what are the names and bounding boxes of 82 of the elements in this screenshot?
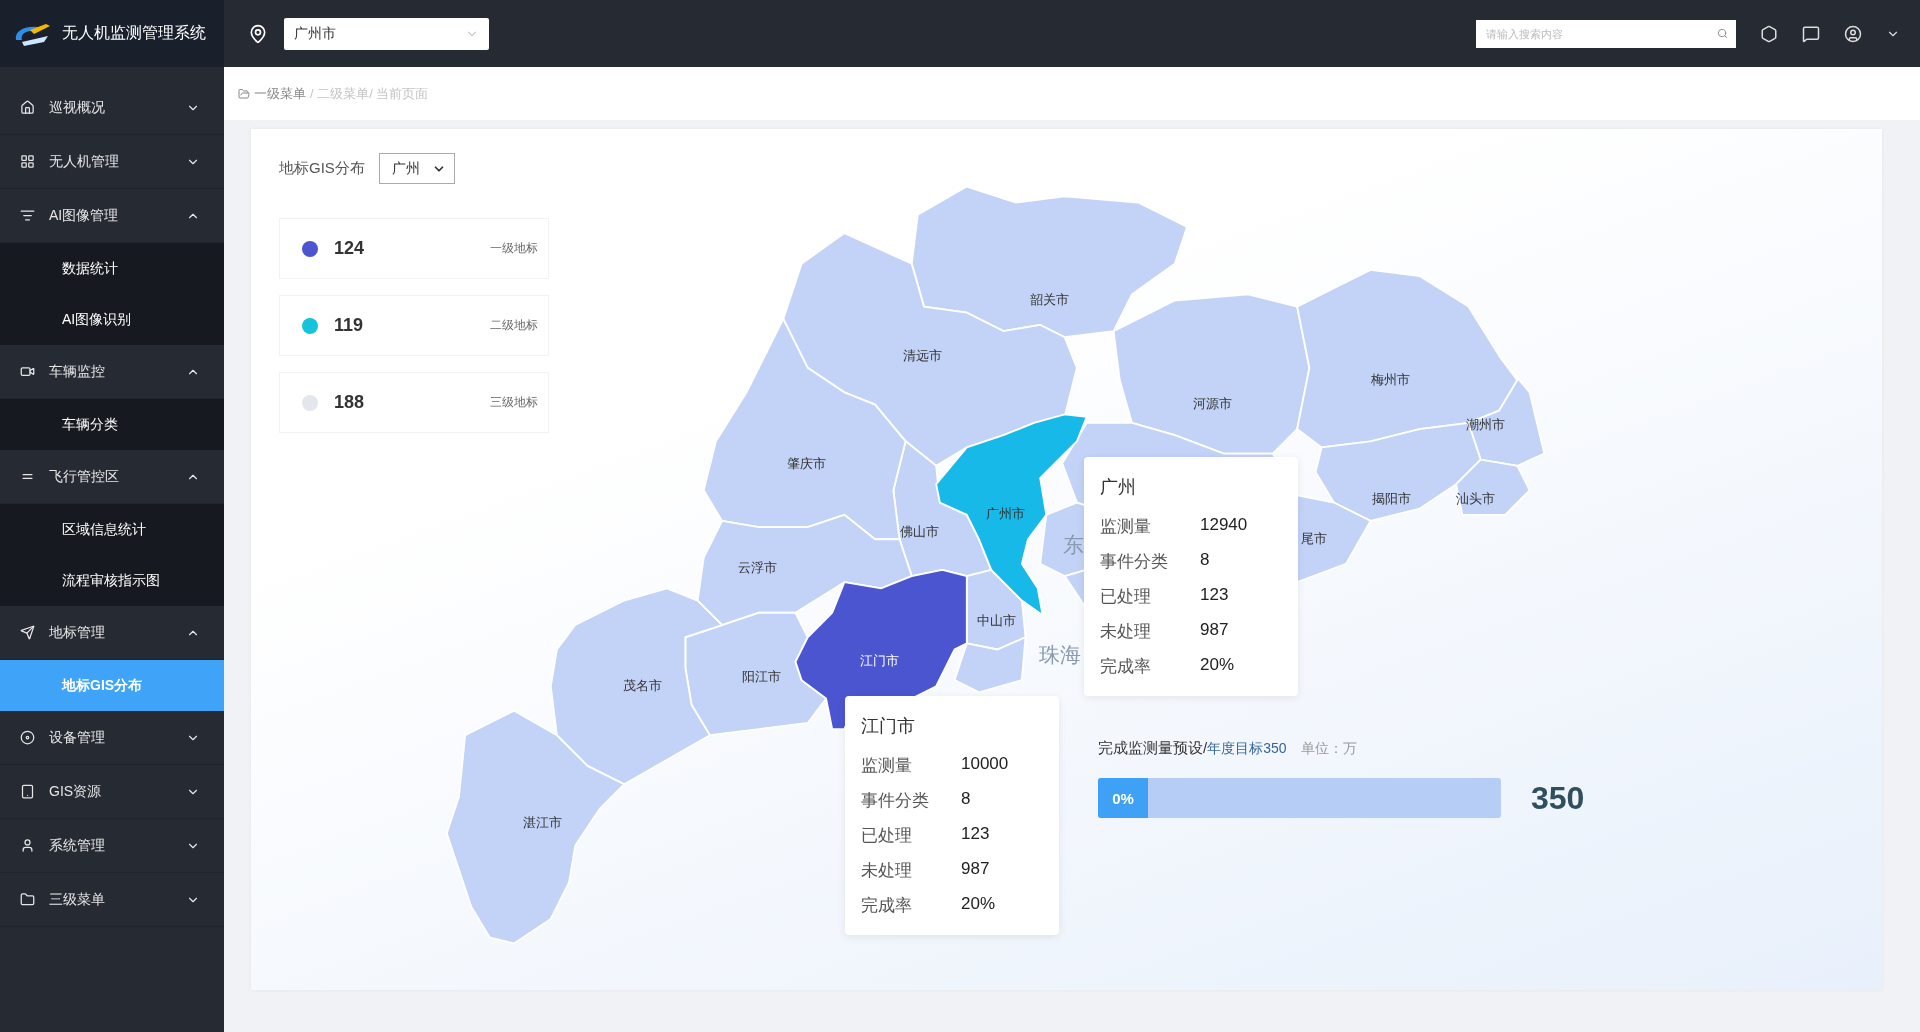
sidebar-subitem[interactable]: AI图像识别 [0,294,224,345]
legend-label: 一级地标 [490,240,538,257]
tooltip-label: 完成率 [1100,656,1152,678]
app-title: 无人机监测管理系统 [62,23,206,43]
tooltip-label: 监测量 [1100,516,1152,538]
tooltip-value: 987 [961,859,991,880]
panel-title: 地标GIS分布 [279,159,365,178]
send-icon [20,625,35,640]
region-label: 韶关市 [1030,292,1070,308]
region-label: 尾市 [1301,530,1328,546]
region-label: 广州市 [986,506,1026,522]
tooltip-value: 8 [961,789,972,810]
progress-unit: 单位：万 [1300,740,1357,758]
region-label: 江门市 [860,653,900,669]
sidebar-subitem[interactable]: 流程审核指示图 [0,555,224,606]
tooltip-value: 123 [961,824,991,845]
tablet-icon [20,784,35,799]
region-label: 佛山市 [899,523,939,539]
region-label: 阳江市 [741,669,781,685]
region-label: 梅州市 [1370,371,1410,387]
sidebar-subitem[interactable]: 数据统计 [0,243,224,294]
region-label: 中山市 [976,613,1016,629]
tooltip-label: 未处理 [861,860,913,882]
folder-icon [238,87,250,100]
grid-icon [20,154,35,169]
progress-target: 年度目标350 [1207,740,1287,758]
breadcrumb-item[interactable]: 一级菜单 [254,84,306,103]
search-icon[interactable] [1717,28,1728,39]
region-label: 云浮市 [738,560,778,576]
tooltip-label: 监测量 [861,755,913,777]
map-region[interactable] [1455,458,1531,516]
tooltip-value: 20% [1200,655,1236,676]
region-label: 茂名市 [623,677,663,693]
tooltip-label: 已处理 [861,825,913,847]
tooltip-label: 事件分类 [861,790,930,812]
tooltip-label: 未处理 [1100,621,1152,643]
region-label: 清远市 [903,348,943,364]
home-icon [20,100,35,115]
user-icon [20,838,35,853]
map-region[interactable] [684,611,828,737]
sidebar-subitem[interactable]: 区域信息统计 [0,504,224,555]
legend-label: 三级地标 [490,394,538,411]
sidebar-subitem[interactable]: 车辆分类 [0,399,224,450]
disc-icon [20,730,35,745]
list-icon [20,208,35,223]
tooltip-value: 20% [961,894,997,915]
legend-count: 188 [334,392,366,413]
map-region[interactable] [696,513,913,627]
tooltip-label: 完成率 [861,895,913,917]
tooltip-value: 8 [1200,550,1211,571]
tooltip-title: 广州 [1100,476,1137,499]
legend-label: 二级地标 [490,317,538,334]
region-label: 肇庆市 [787,456,826,472]
settings-icon[interactable] [1760,24,1778,43]
legend-count: 119 [334,315,365,336]
tooltip-title: 江门市 [861,715,916,738]
progress-total: 350 [1531,779,1585,817]
tooltip-value: 123 [1200,585,1230,606]
location-pin-icon [248,23,268,44]
tooltip-label: 事件分类 [1100,551,1169,573]
progress-fill: 0% [1098,778,1148,818]
user-avatar-icon[interactable] [1844,24,1862,43]
folder-icon [20,892,35,907]
region-label: 汕头市 [1456,490,1496,506]
map-region[interactable] [953,635,1027,694]
progress-title: 完成监测量预设/ [1098,739,1208,758]
search-box[interactable]: 请输入搜索内容 [1476,19,1736,48]
region-label: 潮州市 [1466,417,1506,433]
tooltip-label: 已处理 [1100,586,1152,608]
region-label: 揭阳市 [1371,490,1411,506]
tooltip-value: 12940 [1200,515,1249,536]
region-label: 河源市 [1193,396,1233,412]
city-filter-select[interactable]: 广州 [378,153,455,184]
tooltip-value: 10000 [961,754,1010,775]
message-icon[interactable] [1802,24,1820,43]
region-label: 湛江市 [522,815,562,831]
city-select[interactable]: 广州市 [284,17,489,50]
region-label: 珠海 [1038,642,1081,666]
tooltip-value: 987 [1200,620,1230,641]
region-label: 东 [1062,532,1084,556]
video-icon [20,364,35,379]
legend-count: 124 [334,238,366,259]
